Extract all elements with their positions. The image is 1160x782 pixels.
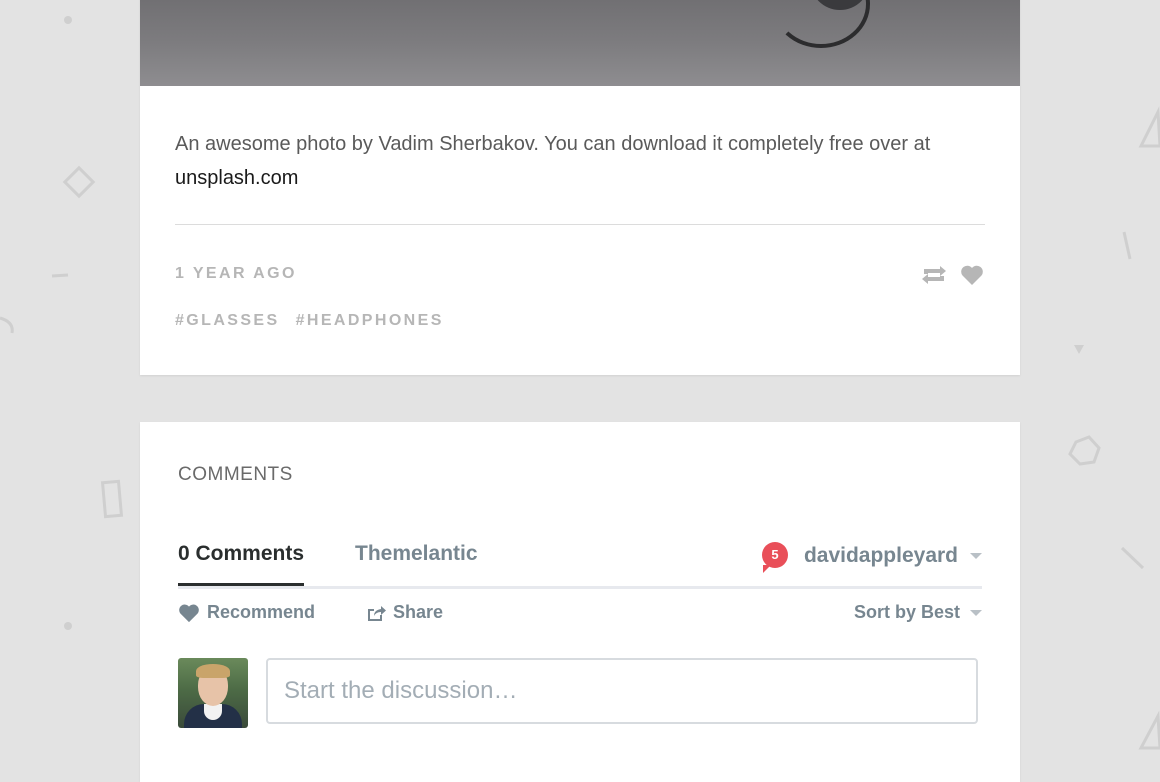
tab-comments-count[interactable]: 0 Comments	[178, 542, 305, 586]
avatar-hair	[196, 664, 230, 678]
comment-actions-row: Recommend Share Sort by Best	[178, 602, 982, 626]
post-description: An awesome photo by Vadim Sherbakov. You…	[175, 127, 965, 195]
tab-community[interactable]: Themelantic	[355, 542, 478, 566]
post-divider	[175, 224, 985, 225]
post-time: 1 YEAR AGO	[175, 265, 297, 282]
tag-headphones[interactable]: #HEADPHONES	[296, 312, 444, 330]
post-tags: #GLASSES #HEADPHONES	[175, 312, 444, 330]
username[interactable]: davidappleyard	[804, 544, 958, 568]
heart-icon[interactable]	[960, 264, 984, 291]
recommend-label: Recommend	[207, 602, 316, 622]
comment-input[interactable]	[266, 658, 978, 724]
share-label: Share	[393, 602, 444, 622]
unsplash-link[interactable]: unsplash.com	[175, 161, 965, 195]
post-actions	[920, 264, 984, 291]
comments-card: COMMENTS 0 Comments Themelantic 5 davida…	[140, 422, 1020, 782]
notification-badge[interactable]: 5	[761, 542, 790, 573]
comments-heading: COMMENTS	[178, 464, 293, 485]
avatar	[178, 658, 248, 728]
user-menu[interactable]: 5 davidappleyard	[761, 542, 982, 573]
chevron-down-icon	[970, 609, 982, 616]
description-text: An awesome photo by Vadim Sherbakov. You…	[175, 133, 931, 155]
tag-glasses[interactable]: #GLASSES	[175, 312, 280, 330]
post-card: An awesome photo by Vadim Sherbakov. You…	[140, 0, 1020, 375]
retweet-icon[interactable]	[920, 265, 948, 290]
heart-icon	[179, 604, 199, 622]
sort-label: Sort by Best	[853, 602, 960, 622]
post-photo[interactable]	[140, 0, 1020, 86]
badge-tail	[762, 565, 771, 573]
share-icon	[368, 605, 386, 621]
headphone-cable-shape	[772, 0, 870, 48]
chevron-down-icon[interactable]	[970, 553, 982, 559]
recommend-button[interactable]: Recommend	[178, 602, 315, 623]
sort-dropdown[interactable]: Sort by Best	[854, 602, 982, 623]
share-button[interactable]: Share	[366, 602, 443, 623]
